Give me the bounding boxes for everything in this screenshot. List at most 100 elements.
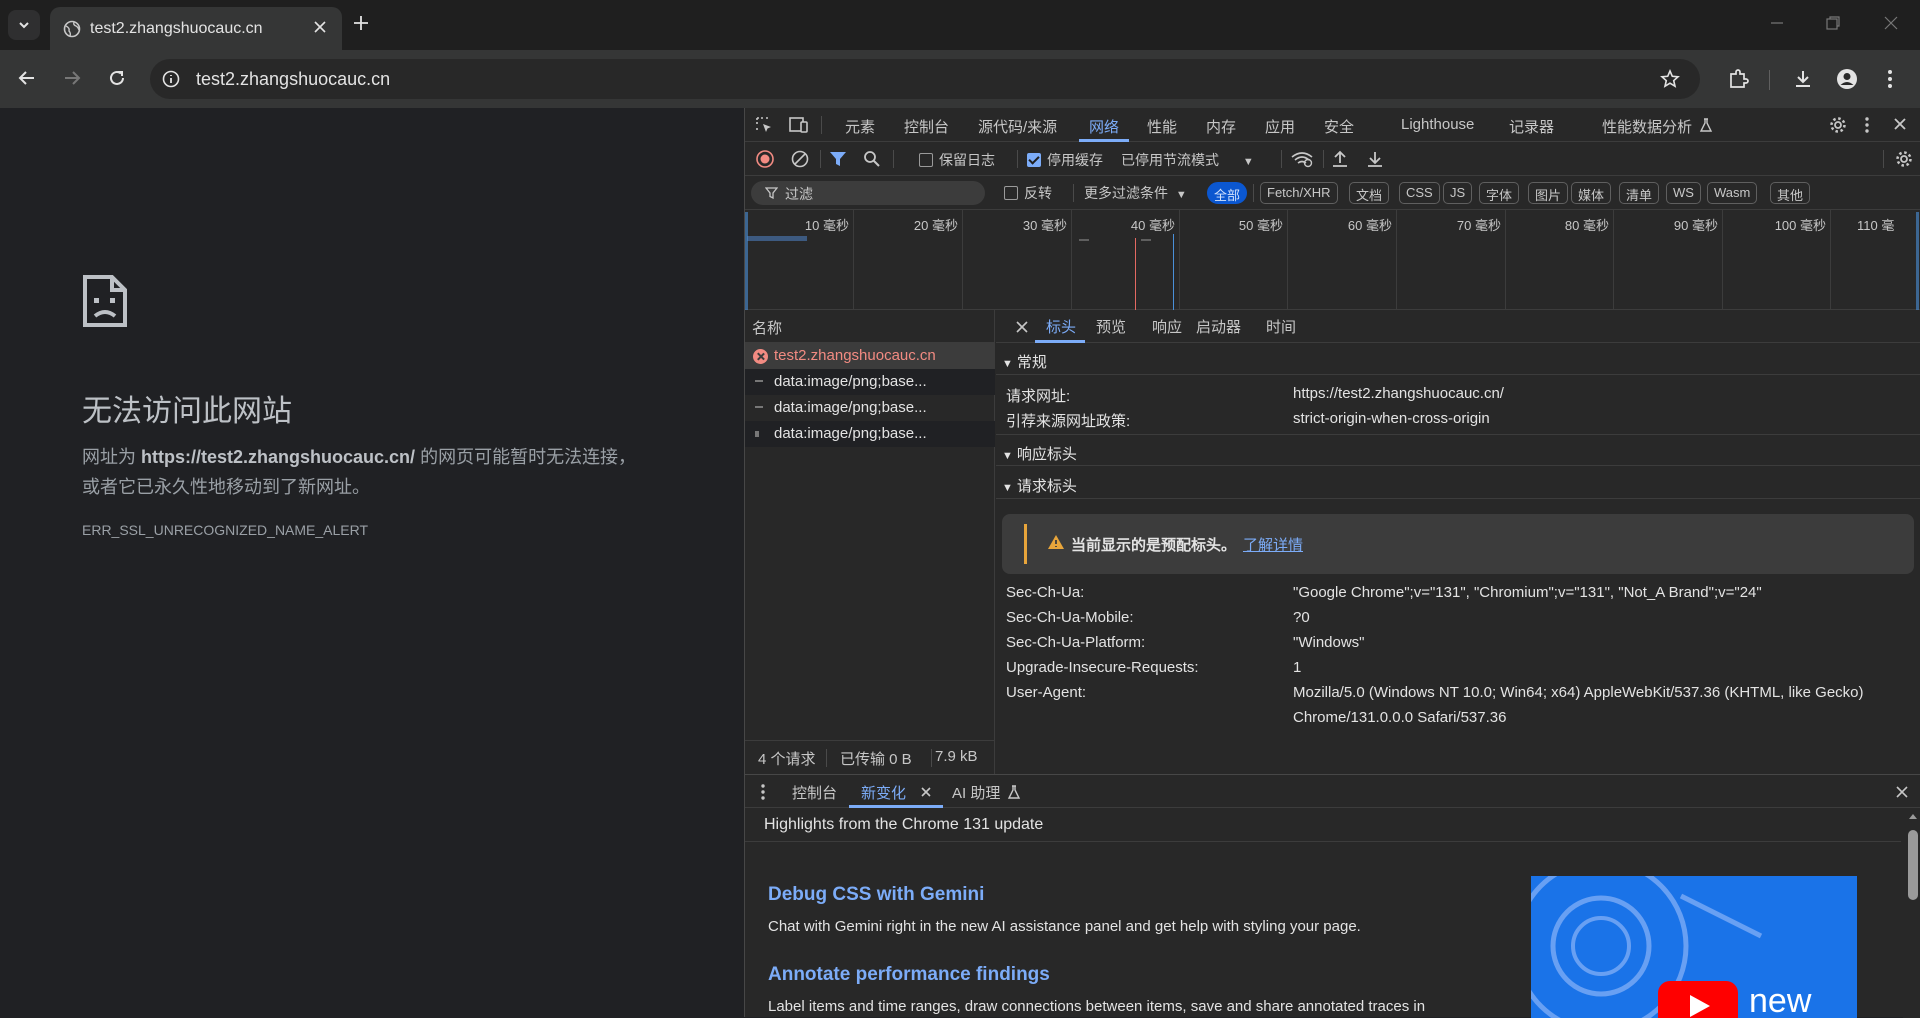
filter-placeholder: 过滤 <box>785 186 813 202</box>
device-toolbar-icon[interactable] <box>789 116 809 134</box>
learn-more-link[interactable]: 了解详情 <box>1243 534 1303 555</box>
record-stop-icon[interactable] <box>756 150 774 168</box>
tab-response[interactable]: 响应 <box>1152 316 1182 337</box>
filter-chip-media[interactable]: 媒体 <box>1571 182 1612 204</box>
drawer-tab-console[interactable]: 控制台 <box>792 782 837 803</box>
drawer-menu-icon[interactable] <box>760 783 766 801</box>
whats-new-video-thumbnail[interactable]: new <box>1531 876 1857 1018</box>
throttling-select[interactable]: 已停用节流模式 ▼ <box>1121 150 1254 170</box>
drawer-scrollbar[interactable] <box>1903 808 1920 1018</box>
network-conditions-icon[interactable] <box>1290 150 1314 168</box>
restore-icon[interactable] <box>1824 14 1842 32</box>
request-details: 标头 预览 响应 启动器 时间 ▼ 常规 请求网址: https://test2.… <box>996 310 1920 774</box>
close-drawer-tab-icon[interactable] <box>920 786 932 798</box>
tab-memory[interactable]: 内存 <box>1206 116 1236 137</box>
inspect-element-icon[interactable] <box>755 116 773 134</box>
close-devtools-icon[interactable] <box>1893 117 1907 131</box>
request-row[interactable]: data:image/png;base... <box>745 369 995 395</box>
tab-preview[interactable]: 预览 <box>1096 316 1126 337</box>
timeline-dcl-marker <box>1173 234 1174 310</box>
close-details-icon[interactable] <box>1015 320 1029 334</box>
tab-application[interactable]: 应用 <box>1265 116 1295 137</box>
more-filters-dropdown[interactable]: 更多过滤条件 ▼ <box>1084 183 1187 203</box>
request-headers-section-header[interactable]: ▼ 请求标头 <box>996 467 1920 499</box>
import-har-icon[interactable] <box>1331 150 1349 168</box>
disable-cache-checkbox[interactable]: 停用缓存 <box>1027 150 1103 170</box>
request-row[interactable]: test2.zhangshuocauc.cn <box>745 343 995 369</box>
filter-chip-manifest[interactable]: 清单 <box>1619 182 1660 204</box>
filter-chip-doc[interactable]: 文档 <box>1349 182 1390 204</box>
tab-network[interactable]: 网络 <box>1089 116 1119 137</box>
request-row[interactable]: data:image/png;base... <box>745 421 995 447</box>
export-har-icon[interactable] <box>1366 150 1384 168</box>
tab-elements[interactable]: 元素 <box>845 116 875 137</box>
extensions-icon[interactable] <box>1727 68 1749 90</box>
tab-security[interactable]: 安全 <box>1324 116 1354 137</box>
invert-checkbox[interactable]: 反转 <box>1004 183 1052 203</box>
address-bar[interactable]: test2.zhangshuocauc.cn <box>150 59 1700 99</box>
search-icon[interactable] <box>863 150 881 168</box>
site-info-icon[interactable] <box>162 70 180 88</box>
tab-initiator[interactable]: 启动器 <box>1196 316 1241 337</box>
filter-chip-js[interactable]: JS <box>1443 182 1473 204</box>
close-drawer-icon[interactable] <box>1895 785 1909 799</box>
minimize-icon[interactable] <box>1768 14 1786 32</box>
tab-search-button[interactable] <box>8 10 40 40</box>
new-tab-icon[interactable] <box>352 14 370 32</box>
tab-performance[interactable]: 性能 <box>1147 116 1177 137</box>
filter-chip-img[interactable]: 图片 <box>1528 182 1569 204</box>
filter-chip-other[interactable]: 其他 <box>1770 182 1811 204</box>
response-headers-section-header[interactable]: ▼ 响应标头 <box>996 434 1920 466</box>
network-timeline-overview[interactable]: 10 毫秒 20 毫秒 30 毫秒 40 毫秒 50 毫秒 60 毫秒 70 毫… <box>745 210 1920 310</box>
globe-icon <box>63 20 81 38</box>
back-icon[interactable] <box>17 68 37 88</box>
clear-icon[interactable] <box>791 150 809 168</box>
devtools-more-icon[interactable] <box>1864 116 1870 134</box>
network-status-bar: 4 个请求 已传输 0 B 7.9 kB <box>745 740 995 774</box>
filter-funnel-icon[interactable] <box>829 151 847 167</box>
forward-icon[interactable] <box>62 68 82 88</box>
tab-headers[interactable]: 标头 <box>1046 316 1076 337</box>
downloads-icon[interactable] <box>1792 68 1814 90</box>
scrollbar-thumb[interactable] <box>1908 830 1918 900</box>
reload-icon[interactable] <box>107 68 127 88</box>
drawer-tab-ai-assistance[interactable]: AI 助理 <box>952 782 1000 803</box>
close-tab-icon[interactable] <box>312 19 328 35</box>
window-close-icon[interactable] <box>1882 14 1900 32</box>
filter-chip-fetch-xhr[interactable]: Fetch/XHR <box>1260 182 1338 204</box>
experimental-flask-icon <box>1007 785 1021 799</box>
more-menu-icon[interactable] <box>1886 68 1894 90</box>
tab-performance-insights[interactable]: 性能数据分析 <box>1602 116 1692 137</box>
feature-title[interactable]: Debug CSS with Gemini <box>768 884 984 906</box>
bookmark-star-icon[interactable] <box>1660 69 1680 89</box>
error-message: 网址为 https://test2.zhangshuocauc.cn/ 的网页可… <box>82 447 637 497</box>
header-key: Upgrade-Insecure-Requests: <box>1006 659 1199 676</box>
settings-gear-icon[interactable] <box>1829 116 1847 134</box>
network-settings-gear-icon[interactable] <box>1895 150 1913 168</box>
preserve-log-checkbox[interactable]: 保留日志 <box>919 150 995 170</box>
tab-sources[interactable]: 源代码/来源 <box>978 116 1057 137</box>
request-list: 名称 test2.zhangshuocauc.cn data:image/png… <box>745 310 995 740</box>
filter-chip-ws[interactable]: WS <box>1666 182 1701 204</box>
filter-chip-font[interactable]: 字体 <box>1479 182 1520 204</box>
tab-timing[interactable]: 时间 <box>1266 316 1296 337</box>
name-column-header[interactable]: 名称 <box>745 310 995 343</box>
filter-chip-wasm[interactable]: Wasm <box>1707 182 1758 204</box>
tab-lighthouse[interactable]: Lighthouse <box>1401 116 1474 133</box>
youtube-play-icon[interactable] <box>1658 981 1738 1018</box>
feature-title[interactable]: Annotate performance findings <box>768 964 1050 986</box>
general-section-header[interactable]: ▼ 常规 <box>996 343 1920 375</box>
request-row[interactable]: data:image/png;base... <box>745 395 995 421</box>
browser-tab[interactable]: test2.zhangshuocauc.cn <box>50 7 342 50</box>
tab-console[interactable]: 控制台 <box>904 116 949 137</box>
filter-chip-css[interactable]: CSS <box>1399 182 1440 204</box>
filter-input[interactable]: 过滤 <box>751 181 985 205</box>
profile-avatar-icon[interactable] <box>1836 68 1858 90</box>
scroll-up-arrow-icon[interactable] <box>1908 812 1918 820</box>
details-tabbar: 标头 预览 响应 启动器 时间 <box>996 310 1920 343</box>
tab-recorder[interactable]: 记录器 <box>1509 116 1554 137</box>
filter-chip-all[interactable]: 全部 <box>1207 182 1248 204</box>
drawer-tab-whats-new[interactable]: 新变化 <box>861 782 906 803</box>
url-text[interactable]: test2.zhangshuocauc.cn <box>196 69 390 90</box>
warning-text: 当前显示的是预配标头。 <box>1071 537 1237 554</box>
